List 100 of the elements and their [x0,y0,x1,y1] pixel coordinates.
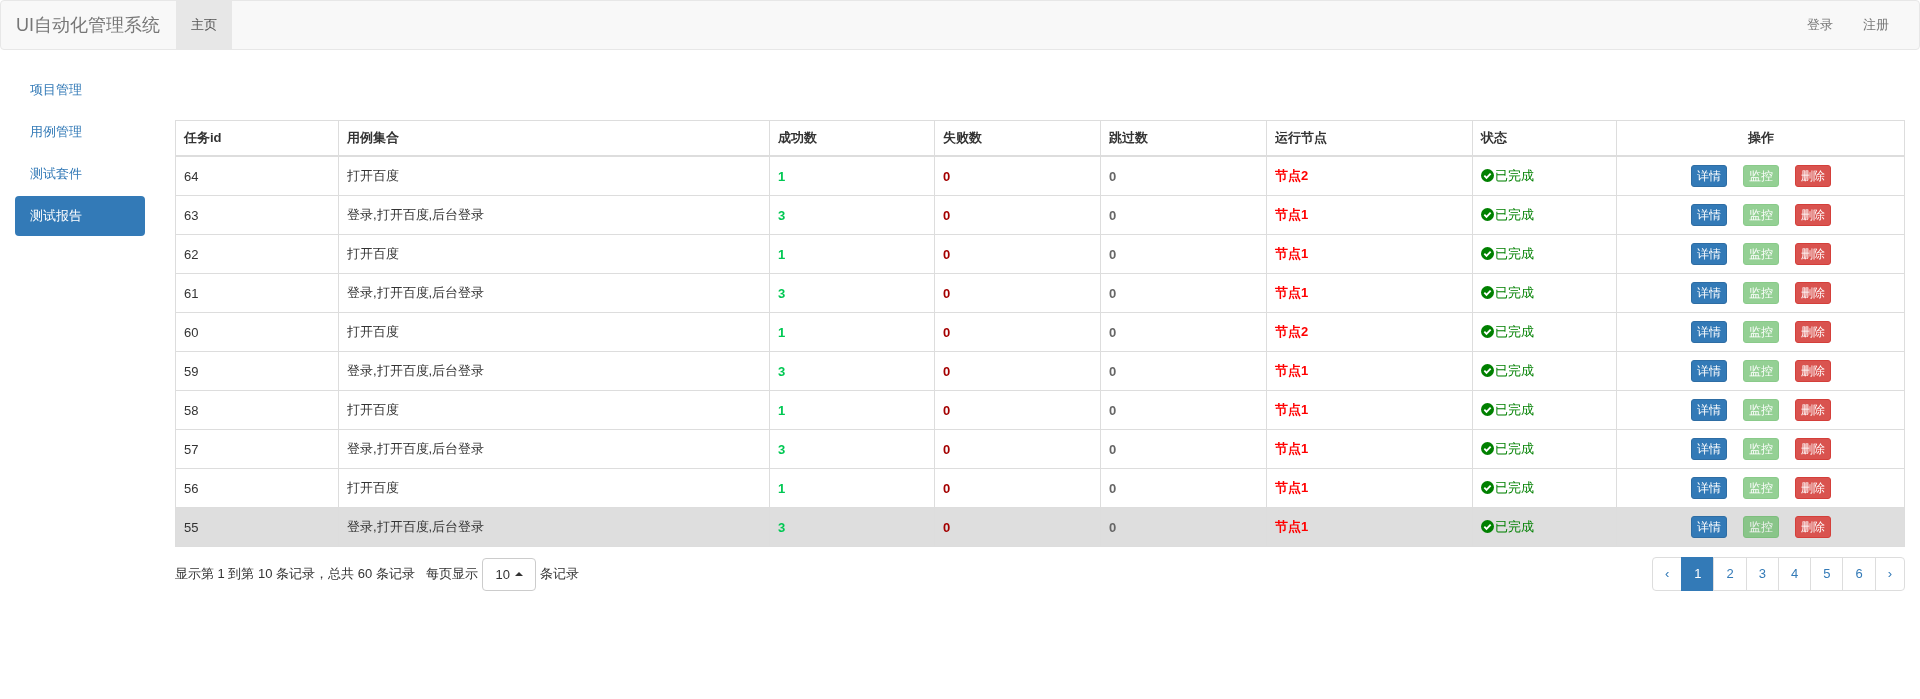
action-button[interactable]: 删除 [1794,165,1831,187]
table-cell: 节点1 [1266,429,1473,469]
action-button[interactable]: 删除 [1794,282,1831,304]
page-link[interactable]: 5 [1810,557,1844,591]
column-header: 用例集合 [338,120,770,156]
table-cell: 0 [934,312,1101,352]
table-cell: 0 [1100,507,1267,547]
table-cell: 57 [175,429,339,469]
action-button[interactable]: 详情 [1690,321,1727,343]
table-cell: 56 [175,468,339,508]
column-header: 任务id [175,120,339,156]
table-cell: 1 [769,312,935,352]
action-button[interactable]: 删除 [1794,204,1831,226]
action-button[interactable]: 详情 [1690,282,1727,304]
table-cell: 0 [1100,156,1267,196]
table-cell: 打开百度 [338,312,770,352]
table-cell: 登录,打开百度,后台登录 [338,429,770,469]
action-button[interactable]: 删除 [1794,516,1831,538]
action-button[interactable]: 删除 [1794,438,1831,460]
brand-title: UI自动化管理系统 [15,14,161,37]
table-cell: 节点1 [1266,468,1473,508]
table-cell: 59 [175,351,339,391]
table-cell: 0 [934,390,1101,430]
table-cell: 节点1 [1266,507,1473,547]
check-circle-icon [1481,286,1494,300]
table-cell: 0 [934,273,1101,313]
table-cell: 节点2 [1266,312,1473,352]
action-button[interactable]: 删除 [1794,321,1831,343]
action-button[interactable]: 详情 [1690,516,1727,538]
column-header: 跳过数 [1100,120,1267,156]
action-button[interactable]: 详情 [1690,438,1727,460]
status-text: 已完成 [1495,244,1534,263]
status-text: 已完成 [1495,361,1534,380]
action-button[interactable]: 详情 [1690,360,1727,382]
status-text: 已完成 [1495,205,1534,224]
action-button[interactable]: 删除 [1794,360,1831,382]
page-link[interactable]: 4 [1777,557,1812,591]
page-link[interactable]: › [1874,557,1905,591]
action-button[interactable]: 删除 [1794,243,1831,265]
sidebar-item[interactable]: 项目管理 [15,70,145,110]
sidebar-item[interactable]: 测试套件 [15,154,145,194]
action-button[interactable]: 删除 [1794,477,1831,499]
page-link[interactable]: 1 [1681,557,1715,591]
status-text: 已完成 [1495,439,1534,458]
table-cell: 节点1 [1266,195,1473,235]
table-cell: 3 [769,351,935,391]
table-cell: 3 [769,507,935,547]
table-cell: 打开百度 [338,234,770,274]
table-cell: 0 [1100,312,1267,352]
table-cell: 登录,打开百度,后台登录 [338,273,770,313]
table-cell: 1 [769,234,935,274]
table-cell: 0 [934,429,1101,469]
action-button[interactable]: 详情 [1690,399,1727,421]
check-circle-icon [1481,325,1494,339]
status-text: 已完成 [1495,517,1534,536]
nav-link[interactable]: 注册 [1848,1,1904,49]
column-header: 操作 [1616,120,1905,156]
per-page-label: 每页显示 [426,565,479,583]
per-page-suffix: 条记录 [539,565,579,583]
table-cell: 0 [934,234,1101,274]
page-link[interactable]: 6 [1842,557,1876,591]
table-cell: 0 [1100,195,1267,235]
sidebar-item[interactable]: 用例管理 [15,112,145,152]
table-cell: 55 [175,507,339,547]
check-circle-icon [1481,208,1494,222]
table-cell: 0 [934,507,1101,547]
action-button[interactable]: 删除 [1794,399,1831,421]
table-cell: 0 [1100,468,1267,508]
action-button[interactable]: 详情 [1690,204,1727,226]
table-cell: 63 [175,195,339,235]
page-size-dropdown[interactable]: 10 [482,557,536,591]
table-cell: 1 [769,156,935,196]
caret-icon [514,572,523,576]
sidebar-item[interactable]: 测试报告 [15,196,145,236]
table-cell: 0 [934,468,1101,508]
table-cell: 0 [1100,351,1267,391]
table-cell: 打开百度 [338,390,770,430]
table-cell: 3 [769,273,935,313]
table-cell: 节点1 [1266,390,1473,430]
table-cell: 61 [175,273,339,313]
column-header: 状态 [1472,120,1617,156]
pagination-summary: 显示第 1 到第 10 条记录，总共 60 条记录 [175,565,415,583]
check-circle-icon [1481,364,1494,378]
action-button[interactable]: 详情 [1690,243,1727,265]
action-button[interactable]: 详情 [1690,477,1727,499]
table-cell: 节点1 [1266,273,1473,313]
column-header: 失败数 [934,120,1101,156]
column-header: 成功数 [769,120,935,156]
table-cell: 节点2 [1266,156,1473,196]
check-circle-icon [1481,169,1494,183]
nav-link[interactable]: 登录 [1792,1,1848,49]
status-text: 已完成 [1495,283,1534,302]
check-circle-icon [1481,520,1494,534]
nav-link[interactable]: 主页 [176,1,232,49]
status-text: 已完成 [1495,166,1534,185]
action-button[interactable]: 详情 [1690,165,1727,187]
table-cell: 登录,打开百度,后台登录 [338,195,770,235]
column-header: 运行节点 [1266,120,1473,156]
page-link[interactable]: 3 [1745,557,1779,591]
page-link[interactable]: 2 [1713,557,1747,591]
